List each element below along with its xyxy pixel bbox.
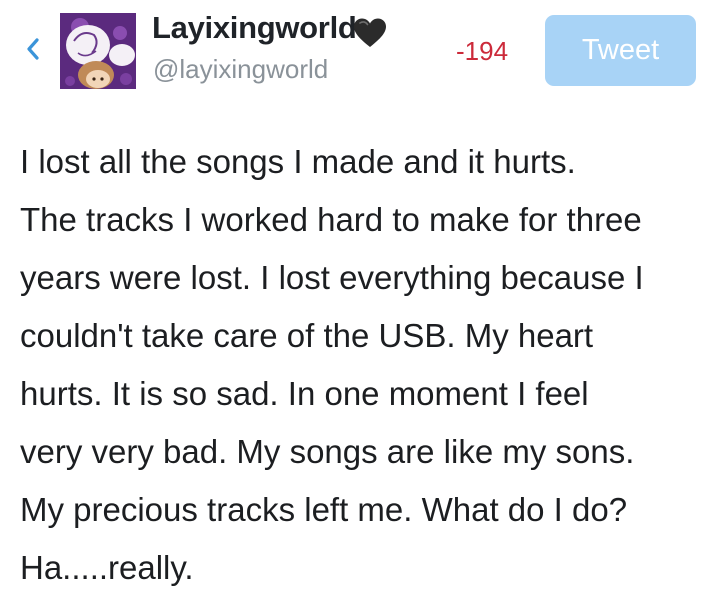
avatar-image bbox=[60, 13, 136, 89]
black-heart-icon bbox=[354, 18, 386, 47]
avatar bbox=[60, 13, 136, 89]
chevron-left-icon bbox=[27, 38, 39, 60]
character-counter: -194 bbox=[456, 36, 509, 66]
user-handle: @layixingworld bbox=[153, 54, 329, 84]
display-name: Layixingworld bbox=[152, 10, 357, 45]
compose-header: Layixingworld @layixingworld -194 Tweet bbox=[0, 0, 720, 100]
tweet-button[interactable]: Tweet bbox=[545, 15, 696, 86]
back-button[interactable] bbox=[24, 34, 42, 64]
tweet-compose-text[interactable]: I lost all the songs I made and it hurts… bbox=[20, 133, 710, 597]
